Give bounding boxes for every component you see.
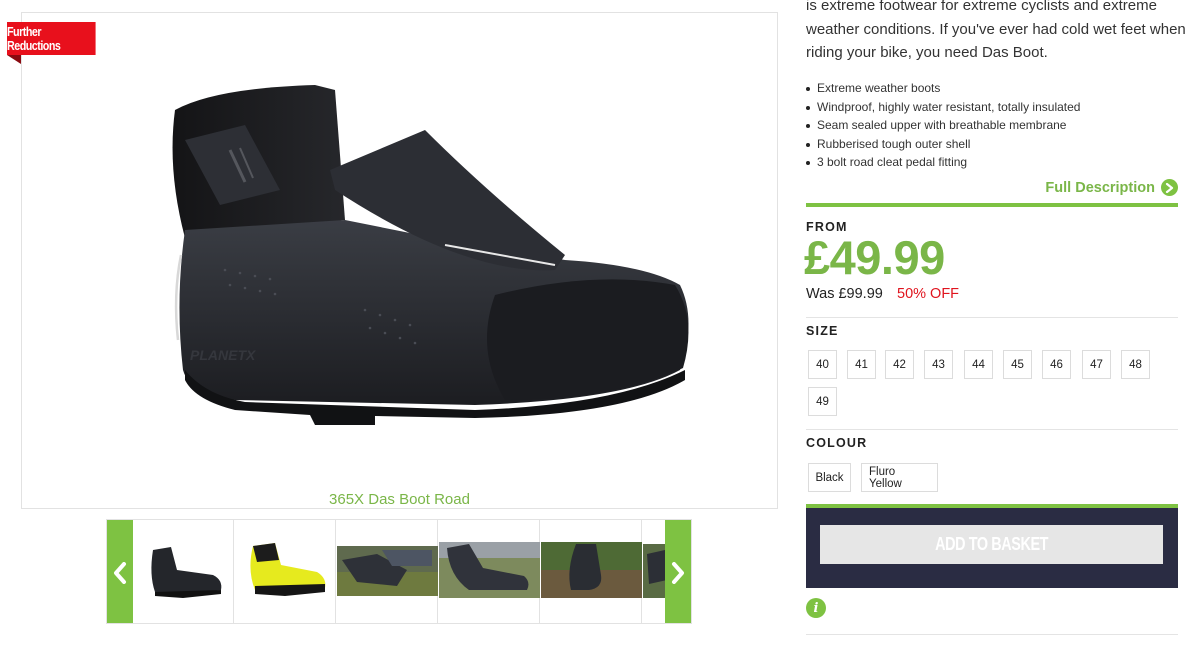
size-option-46[interactable]: 46 bbox=[1042, 350, 1071, 379]
product-description: is extreme footwear for extreme cyclists… bbox=[806, 0, 1186, 61]
divider bbox=[806, 634, 1178, 635]
divider bbox=[806, 429, 1178, 430]
thumb-riding-photo-1[interactable] bbox=[337, 520, 438, 623]
thumbnail-carousel bbox=[106, 519, 692, 624]
thumb-riding-photo-2[interactable] bbox=[439, 520, 540, 623]
carousel-next-button[interactable] bbox=[665, 520, 691, 623]
size-option-49[interactable]: 49 bbox=[808, 387, 837, 416]
size-option-43[interactable]: 43 bbox=[924, 350, 953, 379]
was-price: Was £99.99 bbox=[806, 286, 883, 302]
full-description-label: Full Description bbox=[1045, 179, 1155, 196]
thumb-riding-photo-4[interactable] bbox=[643, 520, 667, 623]
brand-logo: PLANETX bbox=[190, 347, 257, 363]
size-label: SIZE bbox=[806, 324, 839, 338]
chevron-circle-right-icon bbox=[1161, 179, 1178, 196]
chevron-right-icon bbox=[672, 561, 684, 584]
badge-fold bbox=[7, 55, 21, 64]
thumbnail-strip bbox=[133, 520, 667, 623]
divider bbox=[806, 317, 1178, 318]
further-reductions-badge: Further Reductions bbox=[7, 22, 96, 55]
section-divider bbox=[806, 203, 1178, 207]
size-option-48[interactable]: 48 bbox=[1121, 350, 1150, 379]
product-caption: 365X Das Boot Road bbox=[329, 491, 470, 508]
full-description-link[interactable]: Full Description bbox=[1045, 179, 1178, 196]
size-option-41[interactable]: 41 bbox=[847, 350, 876, 379]
feature-list: Extreme weather boots Windproof, highly … bbox=[806, 79, 1186, 172]
thumb-riding-photo-3[interactable] bbox=[541, 520, 642, 623]
add-to-basket-button[interactable]: ADD TO BASKET bbox=[820, 525, 1163, 564]
info-icon[interactable]: i bbox=[806, 598, 826, 618]
size-option-47[interactable]: 47 bbox=[1082, 350, 1111, 379]
size-option-45[interactable]: 45 bbox=[1003, 350, 1032, 379]
size-option-44[interactable]: 44 bbox=[964, 350, 993, 379]
size-option-42[interactable]: 42 bbox=[885, 350, 914, 379]
price: £49.99 bbox=[804, 231, 945, 284]
product-main-image[interactable]: PLANETX bbox=[145, 70, 705, 430]
feature-item: 3 bolt road cleat pedal fitting bbox=[806, 153, 1186, 172]
size-option-40[interactable]: 40 bbox=[808, 350, 837, 379]
chevron-left-icon bbox=[114, 561, 126, 584]
thumb-black-boot[interactable] bbox=[133, 520, 234, 623]
feature-item: Windproof, highly water resistant, total… bbox=[806, 98, 1186, 117]
add-to-basket-label: ADD TO BASKET bbox=[935, 534, 1048, 554]
feature-item: Extreme weather boots bbox=[806, 79, 1186, 98]
thumb-yellow-boot[interactable] bbox=[235, 520, 336, 623]
discount-label: 50% OFF bbox=[897, 286, 960, 302]
carousel-prev-button[interactable] bbox=[107, 520, 133, 623]
feature-item: Rubberised tough outer shell bbox=[806, 135, 1186, 154]
colour-option-black[interactable]: Black bbox=[808, 463, 851, 492]
feature-item: Seam sealed upper with breathable membra… bbox=[806, 116, 1186, 135]
colour-option-fluro-yellow[interactable]: Fluro Yellow bbox=[861, 463, 938, 492]
basket-panel: ADD TO BASKET bbox=[806, 504, 1178, 588]
colour-label: COLOUR bbox=[806, 436, 868, 450]
